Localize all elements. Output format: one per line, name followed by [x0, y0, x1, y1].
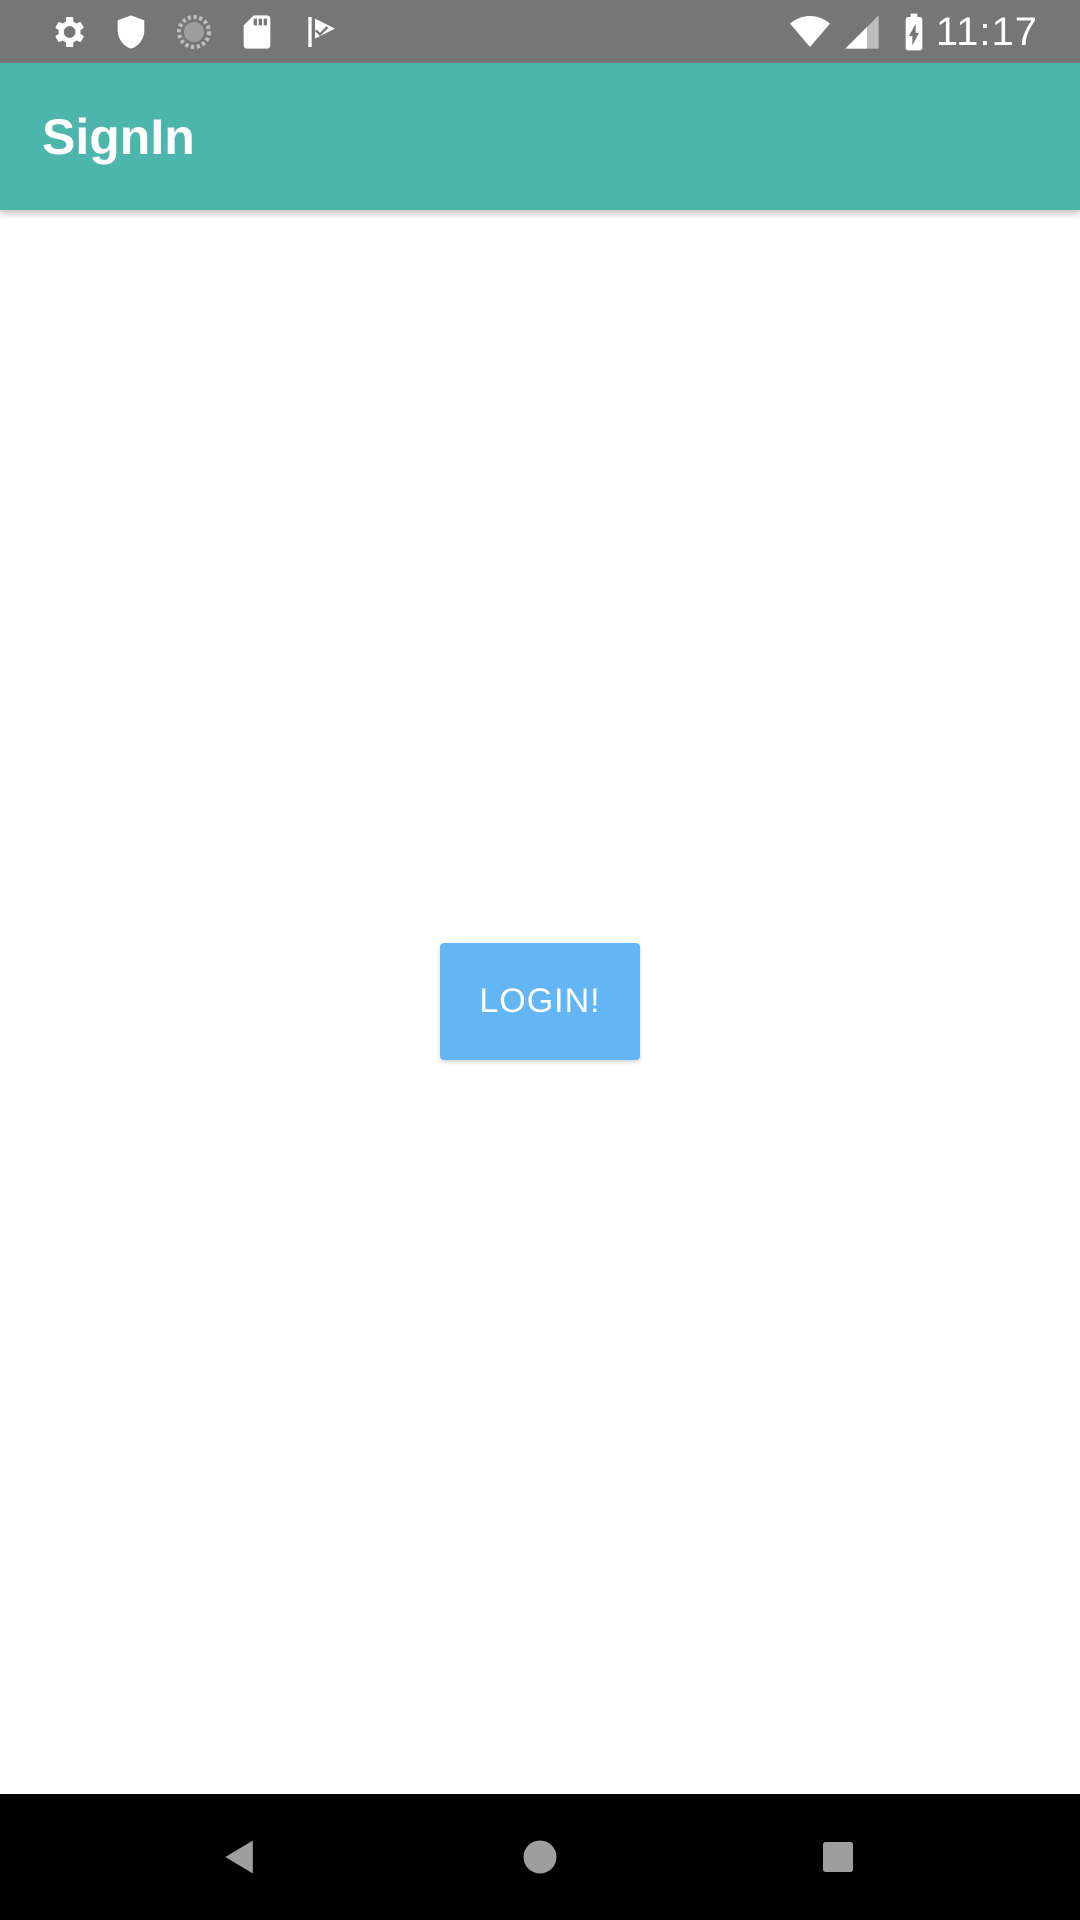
page-title: SignIn — [42, 109, 195, 165]
wifi-icon — [790, 12, 830, 52]
login-button[interactable]: LOGIN! — [440, 943, 640, 1060]
cell-signal-icon — [842, 12, 882, 52]
home-icon[interactable] — [507, 1824, 573, 1890]
shield-icon — [111, 12, 151, 52]
check-flag-icon — [300, 12, 340, 52]
main-content: LOGIN! — [0, 210, 1080, 1794]
sync-circle-icon — [174, 12, 214, 52]
app-bar: SignIn — [0, 63, 1080, 210]
sd-card-icon — [237, 12, 277, 52]
navigation-bar — [0, 1794, 1080, 1920]
back-icon[interactable] — [207, 1824, 273, 1890]
status-clock: 11:17 — [935, 10, 1038, 54]
gear-icon — [48, 12, 88, 52]
recents-icon[interactable] — [805, 1824, 871, 1890]
battery-charging-icon — [894, 12, 934, 52]
status-bar: 11:17 — [0, 0, 1080, 63]
